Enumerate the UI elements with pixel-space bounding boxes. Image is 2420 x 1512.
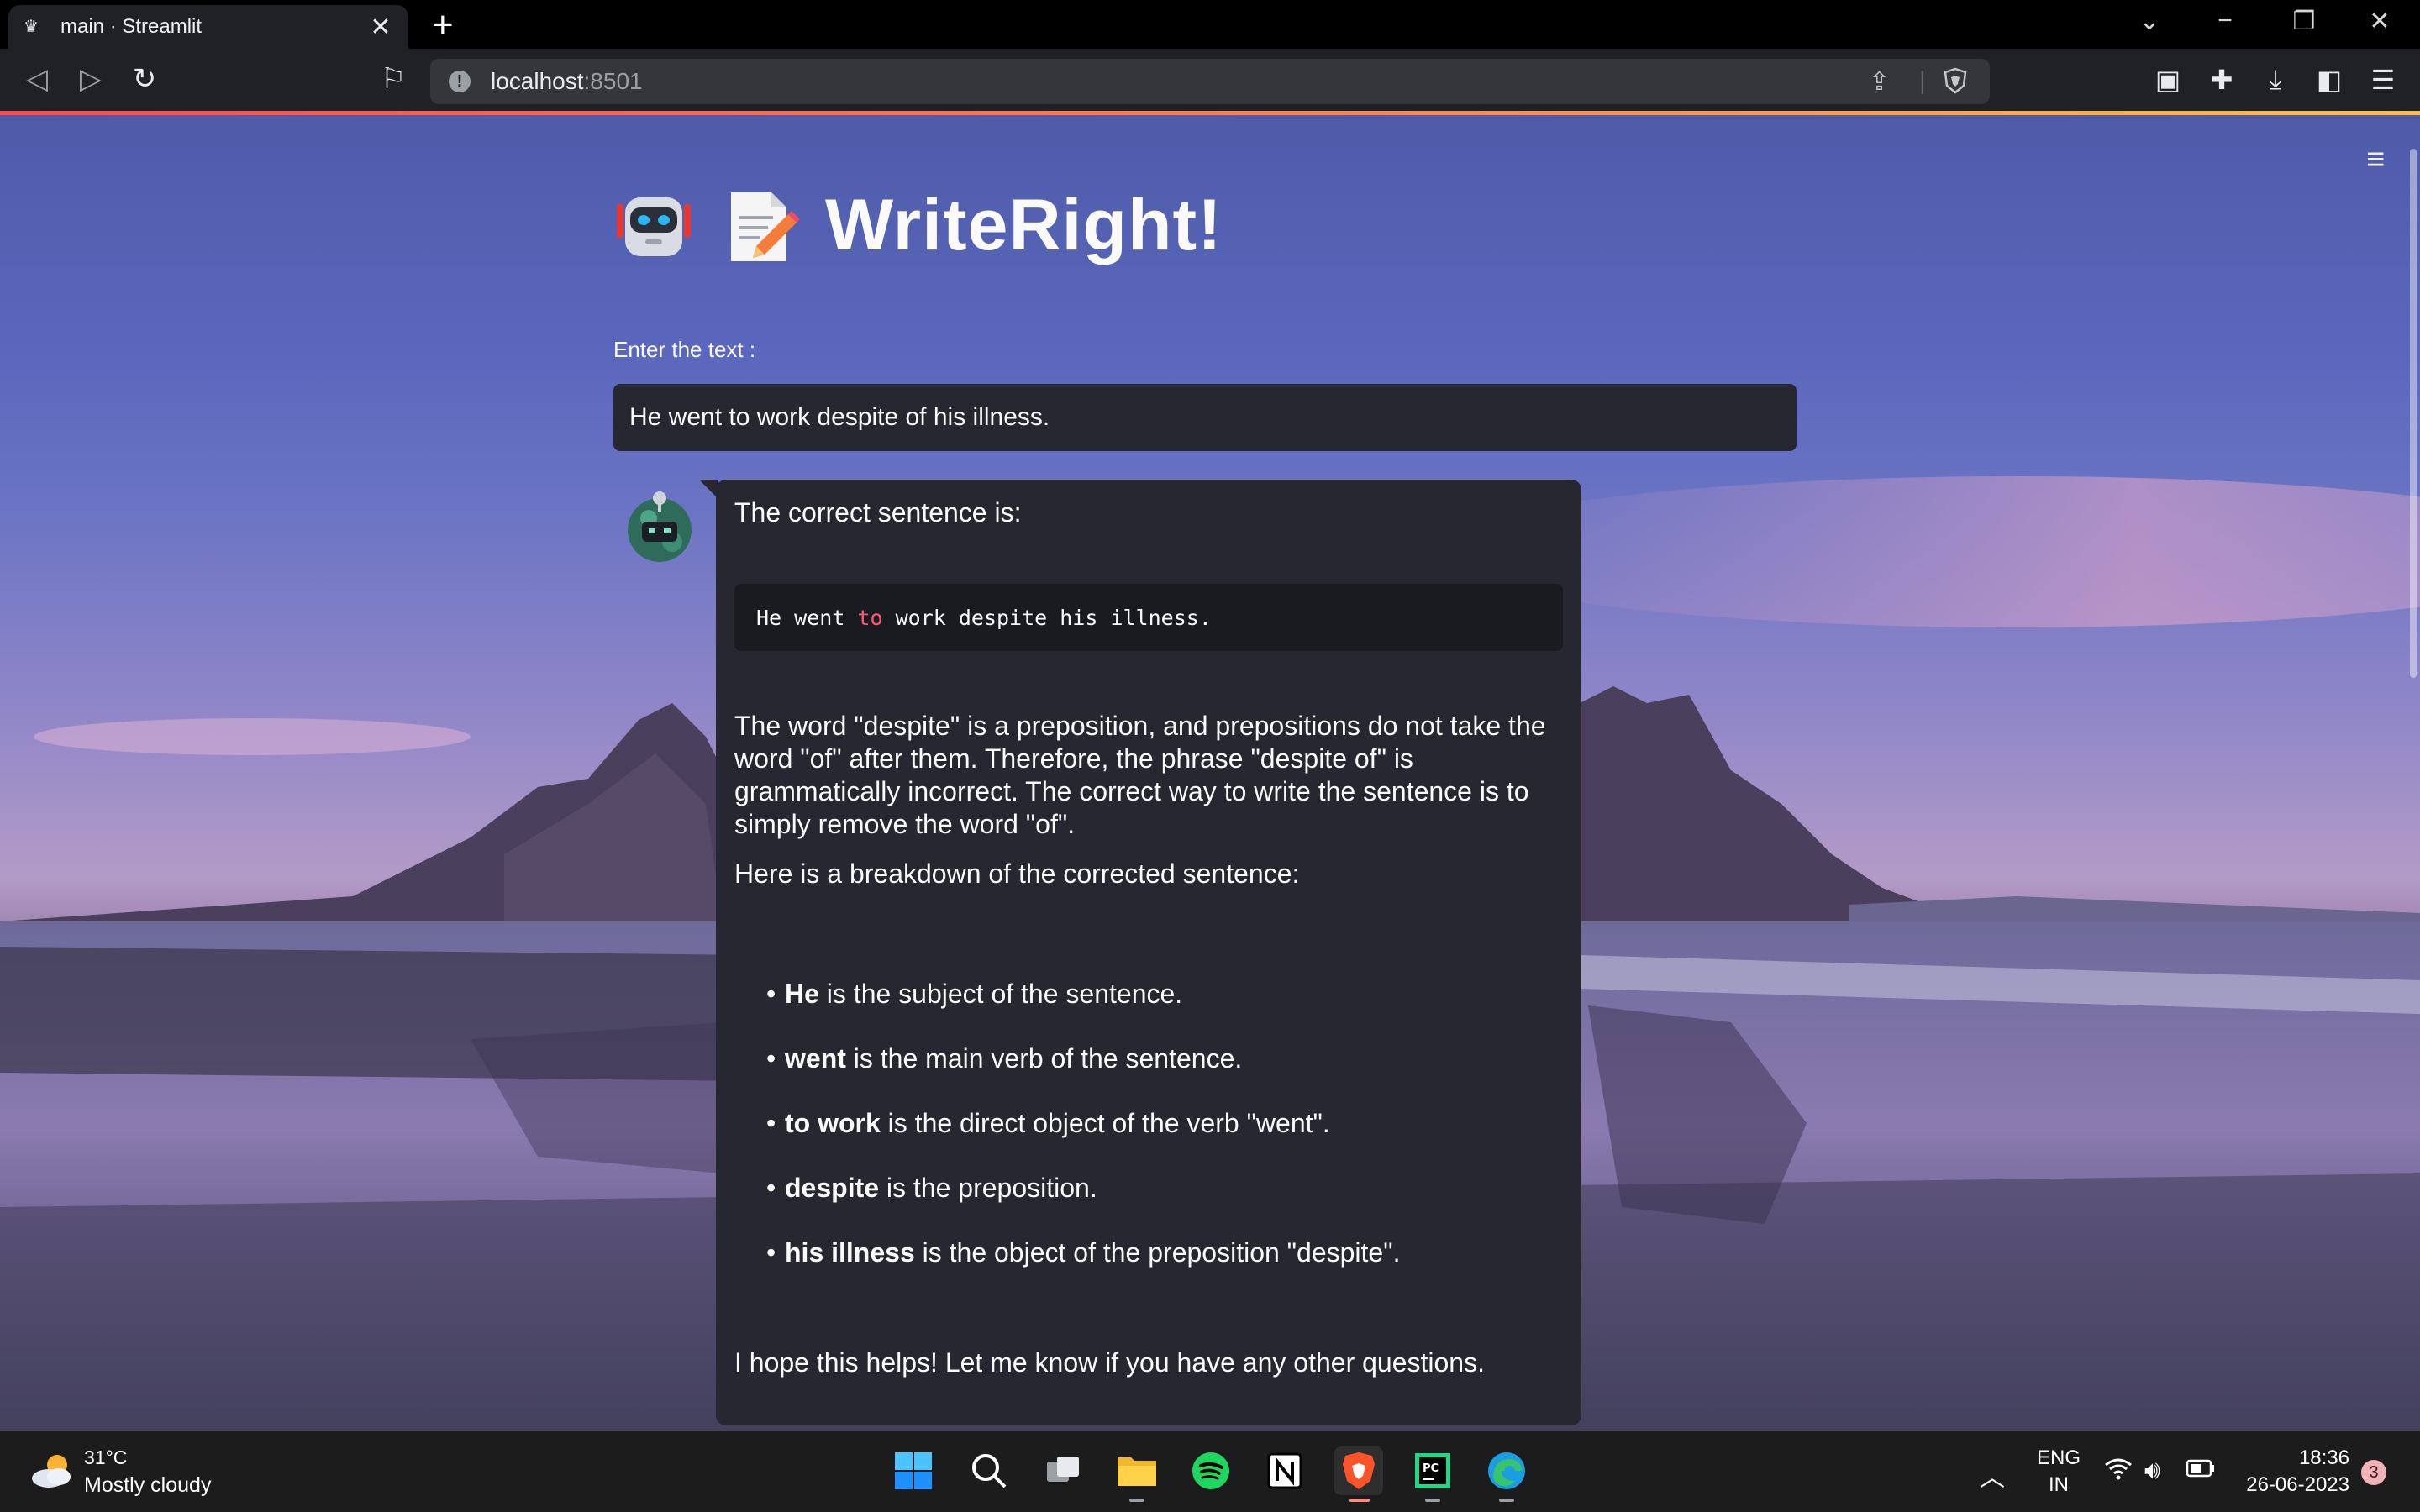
chat-message: The correct sentence is: He went to work… <box>716 480 1581 1425</box>
list-item: He is the subject of the sentence. <box>766 979 1400 1043</box>
bookmark-icon[interactable]: ⚐ <box>376 62 410 96</box>
tab-close-icon[interactable]: ✕ <box>368 13 393 42</box>
breakdown-list: He is the subject of the sentence. went … <box>766 979 1400 1302</box>
app-page: ≡ WriteRight! Enter the text : He went t… <box>0 115 2420 1431</box>
url-port: :8501 <box>583 68 643 94</box>
pycharm-button[interactable]: PC <box>1408 1446 1457 1495</box>
breakdown-intro: Here is a breakdown of the corrected sen… <box>734 858 1300 889</box>
running-indicator <box>1499 1499 1514 1502</box>
tab-search-chevron-icon[interactable]: ⌄ <box>2124 7 2175 36</box>
brave-shields-icon[interactable] <box>1943 67 1968 101</box>
response-explanation: The word "despite" is a preposition, and… <box>734 711 1546 839</box>
browser-tab-bar: ♛ main · Streamlit ✕ + ⌄ − ❐ ✕ <box>0 0 2420 49</box>
app-title: WriteRight! <box>825 185 1223 265</box>
spotify-icon <box>1192 1452 1229 1489</box>
chat-bubble-tail <box>699 480 718 498</box>
show-hidden-icons-chevron-icon[interactable]: ︿ <box>1980 1457 2005 1494</box>
sidebar-icon[interactable]: ◧ <box>2312 64 2346 96</box>
streamlit-main-menu-icon[interactable]: ≡ <box>2366 144 2385 176</box>
search-button[interactable] <box>965 1446 1013 1495</box>
browser-toolbar: ◁ ▷ ↻ ⚐ ! localhost:8501 ⇪ | ▣ ✚ ⤓ ◧ ☰ <box>0 49 2420 114</box>
running-indicator <box>1129 1499 1144 1502</box>
weather-temperature: 31°C <box>84 1446 128 1468</box>
list-item: to work is the direct object of the verb… <box>766 1108 1400 1173</box>
spotify-button[interactable] <box>1186 1446 1235 1495</box>
code-text: work despite his illness. <box>882 605 1212 630</box>
robot-emoji-icon <box>617 197 691 256</box>
list-item: went is the main verb of the sentence. <box>766 1043 1400 1108</box>
list-item-text: is the object of the preposition "despit… <box>914 1237 1401 1268</box>
code-keyword: to <box>857 605 883 630</box>
weather-description: Mostly cloudy <box>84 1473 212 1497</box>
pycharm-icon: PC <box>1415 1453 1450 1488</box>
file-explorer-button[interactable] <box>1113 1446 1161 1495</box>
list-item-text: is the subject of the sentence. <box>818 979 1183 1009</box>
response-intro: The correct sentence is: <box>734 497 1022 528</box>
list-item-term: went <box>785 1043 846 1074</box>
edge-icon <box>1488 1452 1525 1489</box>
brave-browser-button[interactable] <box>1334 1446 1383 1495</box>
list-item: despite is the preposition. <box>766 1173 1400 1237</box>
taskbar: 31°C Mostly cloudy PC ︿ ENG IN 🔊︎ 18:36 … <box>0 1431 2420 1512</box>
wifi-icon[interactable] <box>2104 1457 2133 1487</box>
back-icon[interactable]: ◁ <box>20 62 54 96</box>
response-closing: I hope this helps! Let me know if you ha… <box>734 1347 1485 1378</box>
new-tab-button[interactable]: + <box>432 7 454 44</box>
search-icon <box>972 1454 1007 1488</box>
memo-emoji-icon <box>731 192 800 261</box>
tab-title: main · Streamlit <box>60 15 203 38</box>
edge-button[interactable] <box>1482 1446 1531 1495</box>
folder-icon <box>1118 1457 1156 1486</box>
list-item-text: is the preposition. <box>879 1173 1097 1203</box>
brave-lion-icon <box>1343 1452 1375 1489</box>
battery-icon[interactable] <box>2186 1457 2215 1485</box>
list-item-term: his illness <box>785 1237 915 1268</box>
code-block: He went to work despite his illness. <box>734 584 1563 651</box>
extensions-icon[interactable]: ✚ <box>2205 64 2238 96</box>
active-indicator <box>1349 1499 1370 1502</box>
page-title: WriteRight! <box>613 184 1223 267</box>
clock-date[interactable]: 26-06-2023 <box>2223 1473 2349 1497</box>
list-item-term: He <box>785 979 819 1009</box>
text-input[interactable]: He went to work despite of his illness. <box>613 384 1797 451</box>
restore-icon[interactable]: ❐ <box>2279 7 2329 36</box>
svg-text:PC: PC <box>1423 1462 1439 1475</box>
forward-icon[interactable]: ▷ <box>74 62 108 96</box>
language-indicator-line1[interactable]: ENG <box>2033 1446 2084 1470</box>
address-bar[interactable]: ! localhost:8501 ⇪ | <box>430 59 1990 104</box>
task-view-icon <box>1047 1457 1079 1482</box>
task-view-button[interactable] <box>1039 1446 1087 1495</box>
text-input-label: Enter the text : <box>613 337 756 362</box>
list-item-term: to work <box>785 1108 881 1138</box>
partly-cloudy-icon[interactable] <box>29 1452 76 1492</box>
menu-icon[interactable]: ☰ <box>2366 64 2400 96</box>
assistant-avatar <box>628 491 692 562</box>
running-indicator <box>1425 1499 1440 1502</box>
list-item-text: is the direct object of the verb "went". <box>880 1108 1330 1138</box>
picture-in-picture-icon[interactable]: ▣ <box>2151 64 2185 96</box>
share-icon[interactable]: ⇪ <box>1869 67 1890 97</box>
notion-button[interactable] <box>1260 1446 1309 1495</box>
streamlit-crown-icon: ♛ <box>24 18 39 36</box>
reload-icon[interactable]: ↻ <box>128 62 161 96</box>
site-info-icon[interactable]: ! <box>449 71 471 92</box>
notification-badge[interactable]: 3 <box>2361 1460 2386 1485</box>
list-item-text: is the main verb of the sentence. <box>845 1043 1243 1074</box>
language-indicator-line2[interactable]: IN <box>2033 1473 2084 1497</box>
divider: | <box>1919 67 1926 95</box>
list-item-term: despite <box>785 1173 880 1203</box>
volume-icon[interactable]: 🔊︎ <box>2144 1457 2160 1485</box>
list-item: his illness is the object of the preposi… <box>766 1237 1400 1302</box>
code-text: He went <box>756 605 858 630</box>
browser-tab[interactable]: ♛ main · Streamlit ✕ <box>8 5 408 49</box>
scrollbar[interactable] <box>2410 149 2417 678</box>
windows-logo-icon <box>895 1452 932 1489</box>
clock-time[interactable]: 18:36 <box>2240 1446 2349 1470</box>
url-host: localhost <box>491 68 584 94</box>
minimize-icon[interactable]: − <box>2200 7 2250 35</box>
close-window-icon[interactable]: ✕ <box>2354 7 2405 36</box>
start-button[interactable] <box>889 1446 938 1495</box>
notion-icon <box>1267 1452 1302 1489</box>
download-icon[interactable]: ⤓ <box>2259 64 2292 96</box>
